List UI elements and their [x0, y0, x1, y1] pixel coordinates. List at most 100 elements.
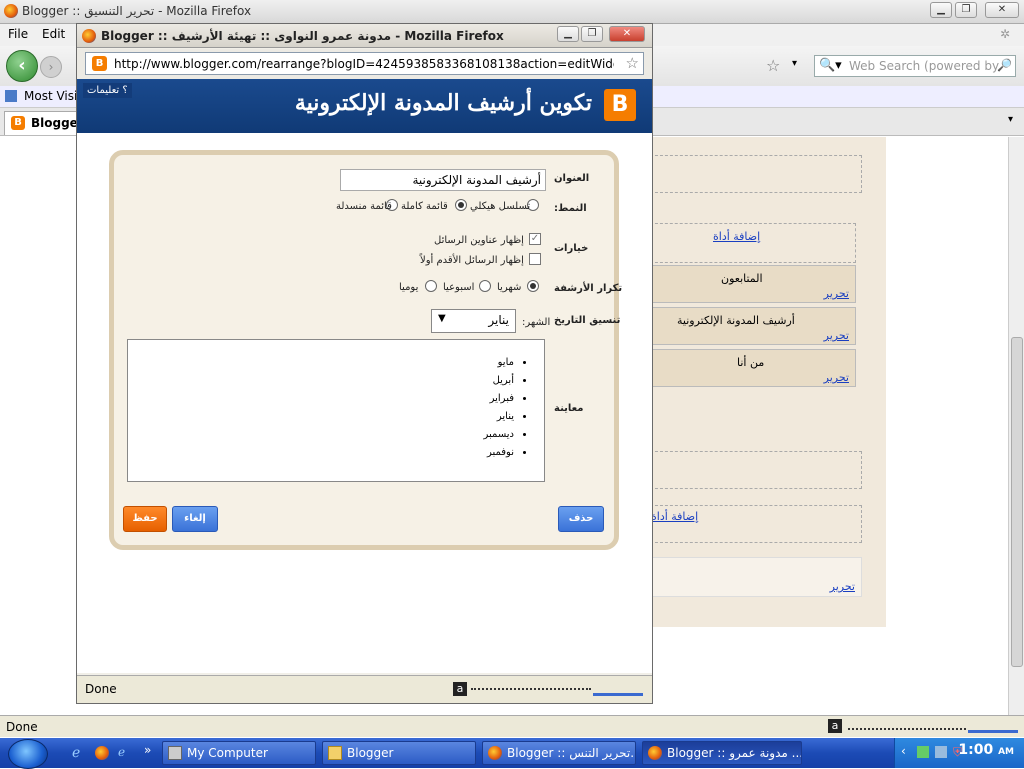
show-titles-checkbox[interactable]: ✓	[529, 233, 541, 245]
status-waveform	[848, 720, 966, 730]
menu-file[interactable]: File	[8, 27, 28, 41]
widget-blog-archive[interactable]: أرشيف المدونة الإلكترونية تحرير	[650, 307, 856, 345]
system-tray: ‹ ⛨ 1:00 AM	[894, 738, 1024, 768]
status-meter	[968, 719, 1018, 733]
taskbar-item-firefox-archive[interactable]: Blogger :: مدونة عمرو ...	[642, 741, 802, 765]
tab-blogger[interactable]: B Blogger	[4, 111, 84, 135]
page-title: تكوين أرشيف المدونة الإلكترونية	[294, 90, 592, 116]
widget-about-me[interactable]: من أنا تحرير	[650, 349, 856, 387]
throbber-icon: ✲	[1000, 27, 1011, 41]
popup-urlbar: B http://www.blogger.com/rearrange?blogI…	[77, 49, 652, 79]
style-option-label: قائمة منسدلة	[336, 201, 392, 212]
firefox-icon	[4, 4, 18, 18]
url-text: http://www.blogger.com/rearrange?blogID=…	[114, 57, 614, 71]
popup-title: Blogger :: مدونة عمرو النواوى :: تهيئة ا…	[101, 29, 504, 43]
addon-icon[interactable]: a	[828, 719, 842, 733]
popup-body: العنوان أرشيف المدونة الإلكترونية النمط:…	[77, 133, 652, 673]
chevron-down-icon: ▼	[438, 313, 446, 324]
popup-maximize-button[interactable]: ❐	[581, 26, 603, 42]
popup-header: ؟ تعليمات تكوين أرشيف المدونة الإلكتروني…	[77, 79, 652, 133]
cancel-button[interactable]: إلغاء	[172, 506, 218, 532]
widget-followers[interactable]: المتابعون تحرير	[650, 265, 856, 303]
search-go-icon[interactable]: 🔎	[997, 58, 1012, 72]
preview-label: معاينة	[554, 403, 584, 414]
bookmark-most-visited[interactable]: Most Visit	[24, 89, 82, 103]
frequency-label: تكرار الأرشفة	[554, 283, 623, 294]
oldest-first-label: إظهار الرسائل الأقدم أولاً	[420, 255, 524, 266]
edit-link[interactable]: تحرير	[824, 371, 849, 384]
taskbar-item-blogger-folder[interactable]: Blogger	[322, 741, 476, 765]
popup-minimize-button[interactable]: ▁	[557, 26, 579, 42]
month-select[interactable]: يناير ▼	[431, 309, 516, 333]
list-item: ديسمبر	[484, 426, 514, 444]
display-icon[interactable]	[935, 746, 947, 758]
add-gadget-area: إضافة أداة	[650, 505, 862, 543]
style-option-label: تسلسل هيكلي	[470, 201, 531, 212]
freq-radio-monthly[interactable]	[527, 280, 539, 292]
help-link[interactable]: ؟ تعليمات	[83, 83, 132, 98]
edit-link[interactable]: تحرير	[830, 580, 855, 593]
blogger-logo-icon: B	[604, 89, 636, 121]
list-item: يناير	[484, 408, 514, 426]
title-input[interactable]: أرشيف المدونة الإلكترونية	[340, 169, 546, 191]
search-engine-icon[interactable]: 🔍▾	[819, 58, 842, 73]
popup-status-bar: Done a	[77, 675, 652, 703]
add-gadget-area: إضافة أداة	[650, 223, 856, 263]
taskbar-item-firefox-layout[interactable]: Blogger :: تحرير التنس...	[482, 741, 636, 765]
scrollbar-thumb[interactable]	[1011, 337, 1023, 667]
bookmarks-folder-icon	[5, 90, 17, 102]
status-meter	[593, 682, 643, 696]
search-box[interactable]: 🔍▾ Web Search (powered by Go 🔎	[814, 55, 1016, 77]
delete-button[interactable]: حذف	[558, 506, 604, 532]
freq-radio-daily[interactable]	[425, 280, 437, 292]
scrollbar[interactable]	[1008, 137, 1024, 715]
popup-close-button[interactable]: ✕	[609, 26, 645, 42]
status-waveform	[471, 682, 591, 690]
tray-expand-icon[interactable]: ‹	[901, 744, 906, 758]
ie-quicklaunch-icon[interactable]: ℯ	[72, 745, 80, 761]
oldest-first-checkbox[interactable]	[529, 253, 541, 265]
edit-link[interactable]: تحرير	[824, 287, 849, 300]
style-option-label: قائمة كاملة	[401, 201, 448, 212]
freq-option-label: يوميا	[399, 282, 419, 293]
network-icon[interactable]	[917, 746, 929, 758]
add-gadget-link[interactable]: إضافة أداة	[713, 230, 760, 243]
popup-window: Blogger :: مدونة عمرو النواوى :: تهيئة ا…	[76, 23, 653, 704]
month-select-value: يناير	[488, 313, 509, 327]
maximize-button[interactable]: ❐	[955, 2, 977, 18]
quicklaunch-more-icon[interactable]: »	[144, 743, 151, 757]
edit-link[interactable]: تحرير	[824, 329, 849, 342]
history-dropdown-icon[interactable]: ▾	[792, 58, 797, 69]
addon-icon[interactable]: a	[453, 682, 467, 696]
preview-box: مايو أبريل فبراير يناير ديسمبر نوفمبر	[127, 339, 545, 482]
menu-edit[interactable]: Edit	[42, 27, 65, 41]
freq-option-label: شهريا	[497, 282, 522, 293]
minimize-button[interactable]: ▁	[930, 2, 952, 18]
forward-button[interactable]: ›	[40, 56, 62, 78]
freq-option-label: اسبوعيا	[443, 282, 475, 293]
freq-radio-weekly[interactable]	[479, 280, 491, 292]
save-button[interactable]: حفظ	[123, 506, 167, 532]
title-label: العنوان	[554, 173, 590, 184]
firefox-quicklaunch-icon[interactable]	[95, 746, 109, 760]
show-titles-label: إظهار عناوين الرسائل	[434, 235, 524, 246]
back-button[interactable]: ‹	[6, 50, 38, 82]
add-gadget-link[interactable]: إضافة أداة	[651, 510, 698, 523]
preview-list: مايو أبريل فبراير يناير ديسمبر نوفمبر	[484, 354, 514, 462]
bookmark-star-icon[interactable]: ☆	[766, 56, 780, 75]
layout-editor: إضافة أداة المتابعون تحرير أرشيف المدونة…	[650, 137, 886, 627]
search-placeholder: Web Search (powered by Go	[849, 59, 999, 73]
taskbar-item-my-computer[interactable]: My Computer	[162, 741, 316, 765]
style-radio-flat-list[interactable]	[455, 199, 467, 211]
start-button[interactable]	[8, 739, 48, 769]
firefox-icon	[82, 29, 96, 43]
clock[interactable]: 1:00 AM	[958, 742, 1014, 758]
popup-status-text: Done	[85, 682, 117, 696]
bookmark-star-icon[interactable]: ☆	[626, 54, 639, 72]
ie-alt-quicklaunch-icon[interactable]: ℯ	[118, 745, 125, 759]
layout-section: تحرير	[650, 557, 862, 597]
url-field[interactable]: B http://www.blogger.com/rearrange?blogI…	[85, 52, 644, 75]
close-button[interactable]: ✕	[985, 2, 1019, 18]
tab-list-icon[interactable]: ▾	[1008, 114, 1013, 125]
computer-icon	[168, 746, 182, 760]
